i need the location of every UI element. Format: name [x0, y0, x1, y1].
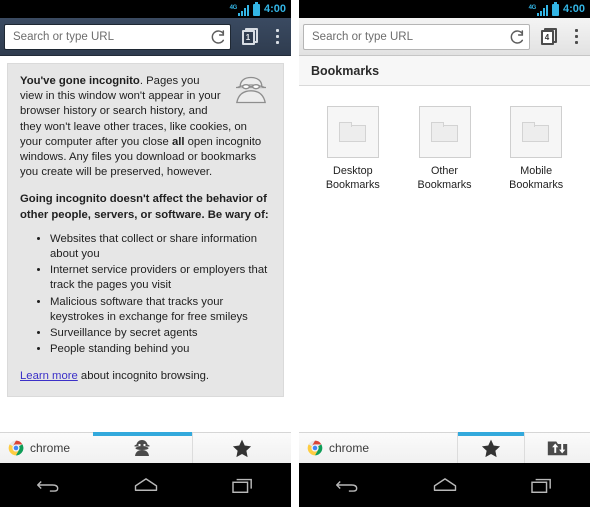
page-title: Bookmarks — [311, 63, 380, 78]
list-item: Websites that collect or share informati… — [50, 232, 271, 262]
network-type-label: 4G — [229, 4, 238, 11]
chrome-brand: chrome — [299, 433, 392, 463]
tab-most-visited[interactable] — [392, 433, 457, 463]
screenshot-stage: 4G 4:00 Search or type URL 1 You've gone… — [0, 0, 590, 507]
folder-label-line1: Mobile — [520, 165, 553, 177]
back-arrow-icon[interactable] — [324, 469, 372, 501]
tab-bookmarks[interactable] — [191, 433, 292, 463]
incognito-info-card: You've gone incognito. Pages you view in… — [7, 63, 284, 398]
list-item: Surveillance by secret agents — [50, 326, 271, 341]
list-item: Malicious software that tracks your keys… — [50, 295, 271, 325]
omnibox[interactable]: Search or type URL — [4, 23, 231, 50]
recent-apps-icon[interactable] — [518, 469, 566, 501]
tab-other-devices[interactable] — [523, 433, 590, 463]
star-icon — [232, 439, 252, 458]
incognito-footer-rest: about incognito browsing. — [77, 370, 210, 383]
battery-icon — [252, 1, 260, 16]
incognito-paragraph-2: Going incognito doesn't affect the behav… — [20, 192, 271, 222]
incognito-spy-icon — [131, 439, 153, 457]
incognito-warning-heading: Going incognito doesn't affect the behav… — [20, 193, 269, 221]
signal-strength-bars — [237, 4, 249, 16]
phone-screen-incognito: 4G 4:00 Search or type URL 1 You've gone… — [0, 0, 291, 507]
page-content-incognito: You've gone incognito. Pages you view in… — [0, 56, 291, 432]
signal-bars-icon: 4G — [529, 3, 548, 16]
url-input[interactable]: Search or type URL — [312, 31, 509, 43]
back-arrow-icon[interactable] — [25, 469, 73, 501]
browser-toolbar: Search or type URL 1 — [0, 18, 291, 56]
bookmark-folder-mobile[interactable]: Mobile Bookmarks — [490, 106, 582, 192]
bookmark-folder-label: Mobile Bookmarks — [509, 165, 563, 192]
incognito-warning-list: Websites that collect or share informati… — [20, 232, 271, 358]
status-bar: 4G 4:00 — [0, 0, 291, 18]
signal-bars-icon: 4G — [230, 3, 249, 16]
learn-more-link[interactable]: Learn more — [20, 370, 78, 382]
incognito-bold-all: all — [171, 135, 185, 148]
android-nav-bar — [0, 463, 291, 507]
chrome-bottom-bar: chrome — [299, 432, 590, 463]
chrome-brand: chrome — [0, 433, 93, 463]
status-bar-icons: 4G 4:00 — [230, 1, 286, 16]
overflow-menu-icon[interactable] — [267, 23, 287, 51]
folder-label-line1: Other — [431, 165, 459, 177]
list-item: Internet service providers or employers … — [50, 263, 271, 293]
android-nav-bar — [299, 463, 590, 507]
tab-bookmarks[interactable] — [457, 432, 524, 463]
bookmark-folder-label: Desktop Bookmarks — [326, 165, 380, 192]
tab-switcher-button[interactable]: 4 — [536, 24, 562, 50]
browser-toolbar: Search or type URL 4 — [299, 18, 590, 56]
incognito-headline: You've gone incognito — [20, 75, 140, 87]
list-item: People standing behind you — [50, 342, 271, 357]
reload-icon[interactable] — [210, 29, 226, 45]
bookmark-folder-other[interactable]: Other Bookmarks — [399, 106, 491, 192]
chrome-bottom-bar: chrome — [0, 432, 291, 463]
chrome-brand-label: chrome — [30, 441, 71, 455]
folder-label-line2: Bookmarks — [417, 178, 472, 191]
phone-screen-bookmarks: 4G 4:00 Search or type URL 4 Bookmarks D… — [299, 0, 590, 507]
tab-stack-icon: 1 — [241, 28, 259, 45]
folder-label-line2: Bookmarks — [509, 178, 564, 191]
status-clock: 4:00 — [263, 2, 286, 15]
folder-icon — [522, 121, 550, 143]
incognito-footer: Learn more about incognito browsing. — [20, 369, 271, 384]
grid-icon — [414, 441, 436, 455]
battery-icon — [551, 1, 559, 16]
folder-icon — [338, 121, 367, 143]
sync-devices-icon — [547, 439, 568, 457]
status-clock: 4:00 — [562, 2, 585, 15]
tab-switcher-button[interactable]: 1 — [237, 24, 263, 50]
bookmark-folder-label: Other Bookmarks — [418, 165, 472, 192]
status-bar-icons: 4G 4:00 — [529, 1, 585, 16]
bookmarks-folder-grid: Desktop Bookmarks Other Bookmarks Mobile… — [299, 86, 590, 192]
omnibox[interactable]: Search or type URL — [303, 23, 530, 50]
url-input[interactable]: Search or type URL — [13, 31, 210, 43]
folder-label-line1: Desktop — [333, 165, 373, 177]
chrome-brand-label: chrome — [329, 441, 370, 455]
page-content-bookmarks: Bookmarks Desktop Bookmarks Other Bookma… — [299, 56, 590, 432]
bookmark-folder-desktop[interactable]: Desktop Bookmarks — [307, 106, 399, 192]
folder-tile — [418, 106, 471, 158]
reload-icon[interactable] — [509, 29, 525, 45]
status-bar: 4G 4:00 — [299, 0, 590, 18]
chrome-logo-icon — [8, 440, 24, 456]
network-type-label: 4G — [528, 4, 537, 11]
incognito-spy-icon — [236, 76, 266, 104]
folder-icon — [430, 121, 459, 143]
star-icon — [481, 439, 501, 458]
signal-strength-bars — [536, 4, 548, 16]
tab-count-label: 4 — [540, 30, 554, 45]
folder-tile — [326, 106, 379, 158]
chrome-logo-icon — [307, 440, 323, 456]
home-icon[interactable] — [122, 469, 170, 501]
home-icon[interactable] — [421, 469, 469, 501]
overflow-menu-icon[interactable] — [566, 23, 586, 51]
bookmarks-header: Bookmarks — [299, 56, 590, 86]
tab-count-label: 1 — [241, 30, 255, 45]
recent-apps-icon[interactable] — [219, 469, 267, 501]
folder-tile — [510, 106, 563, 158]
folder-label-line2: Bookmarks — [325, 178, 380, 191]
tab-stack-icon: 4 — [540, 28, 558, 45]
tab-incognito[interactable] — [93, 432, 192, 463]
